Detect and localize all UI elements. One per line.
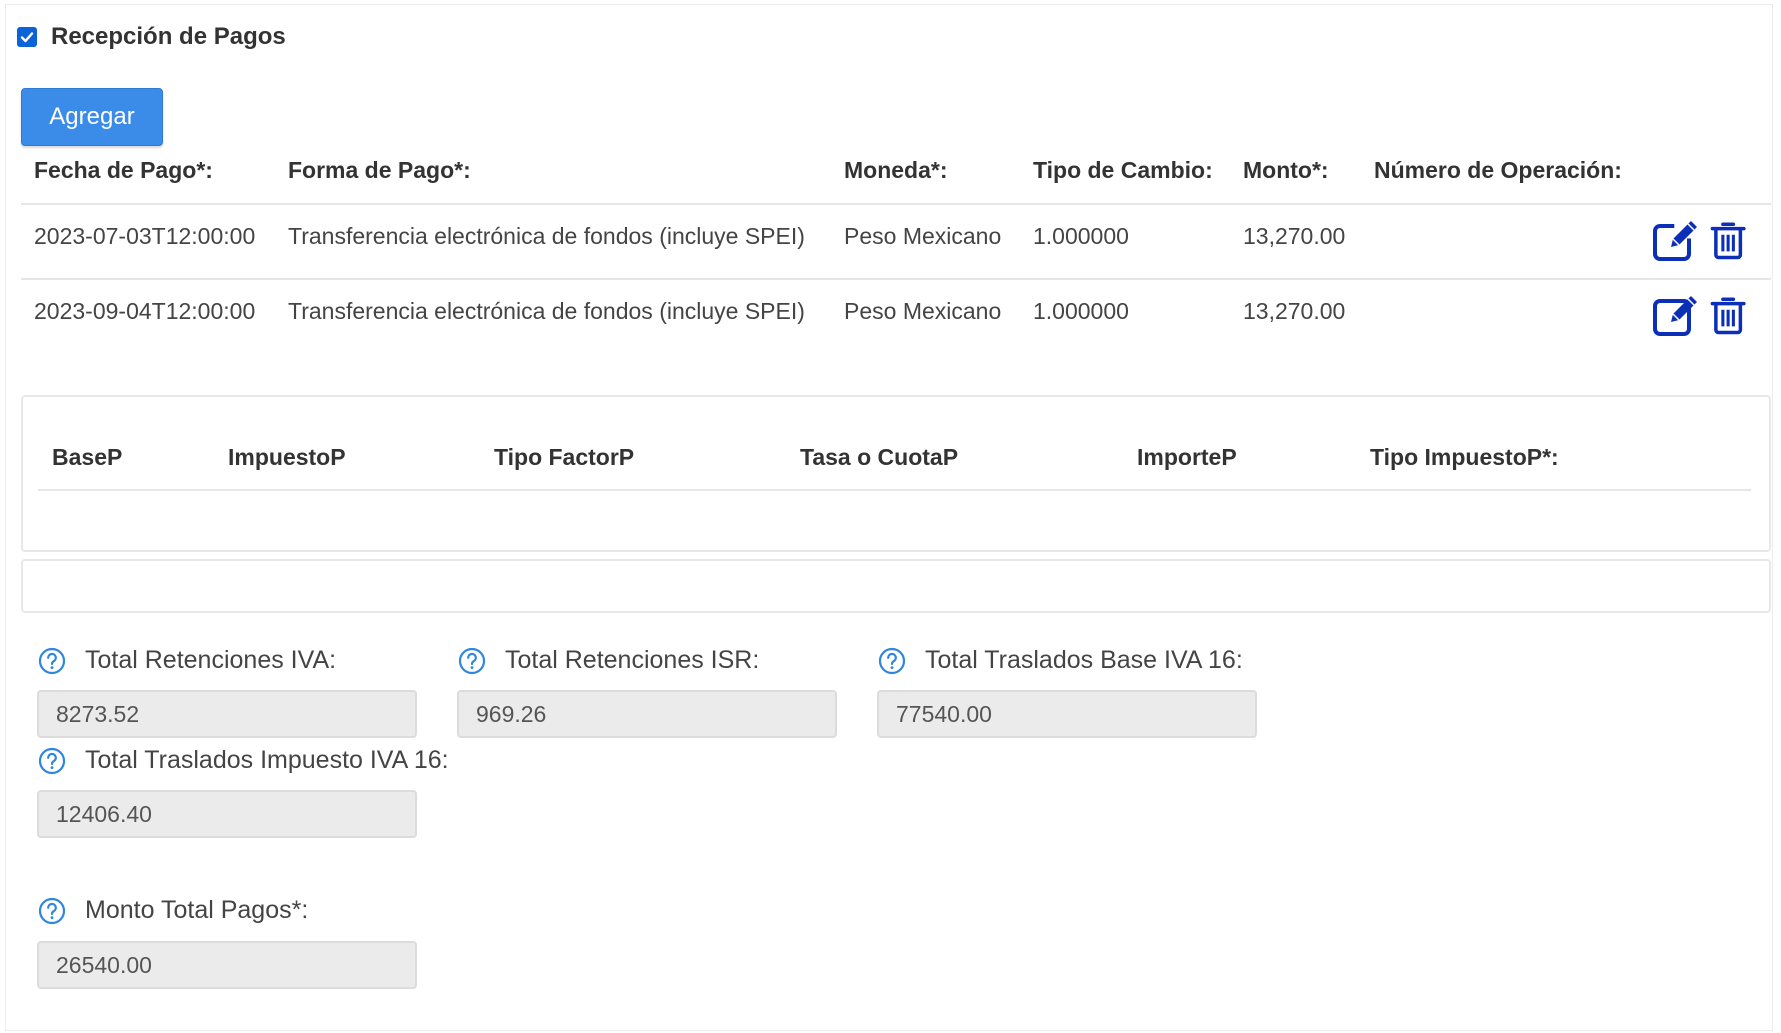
cell-forma: Transferencia electrónica de fondos (inc… xyxy=(288,298,805,324)
question-circle-icon[interactable] xyxy=(38,747,66,775)
col-header-monto: Monto*: xyxy=(1243,157,1329,183)
col-header-tipo-impuestop: Tipo ImpuestoP*: xyxy=(1370,444,1559,470)
taxes-table-box xyxy=(21,395,1771,552)
label-ret-isr: Total Retenciones ISR: xyxy=(458,646,759,675)
label-ret-iva: Total Retenciones IVA: xyxy=(38,646,336,675)
input-monto-total[interactable]: 26540.00 xyxy=(37,941,417,989)
edit-icon[interactable] xyxy=(1652,217,1700,263)
label-tras-base-iva16: Total Traslados Base IVA 16: xyxy=(878,646,1243,675)
label-monto-total: Monto Total Pagos*: xyxy=(38,896,308,925)
table-row-divider xyxy=(21,278,1771,280)
cell-forma: Transferencia electrónica de fondos (inc… xyxy=(288,223,805,249)
col-header-numero-operacion: Número de Operación: xyxy=(1374,157,1622,183)
add-payment-button[interactable]: Agregar xyxy=(21,88,163,146)
col-header-fecha: Fecha de Pago*: xyxy=(34,157,213,183)
col-header-tasa-cuotap: Tasa o CuotaP xyxy=(800,444,959,470)
input-ret-iva[interactable]: 8273.52 xyxy=(37,690,417,738)
input-tras-imp-iva16[interactable]: 12406.40 xyxy=(37,790,417,838)
table-header-divider xyxy=(21,203,1771,205)
label-text: Total Retenciones ISR: xyxy=(505,646,760,674)
trash-icon[interactable] xyxy=(1708,217,1750,263)
recepcion-pagos-checkbox[interactable] xyxy=(17,27,37,47)
check-icon xyxy=(20,32,34,43)
cell-fecha: 2023-07-03T12:00:00 xyxy=(34,223,256,249)
cell-moneda: Peso Mexicano xyxy=(844,223,1002,249)
label-text: Monto Total Pagos*: xyxy=(85,896,309,924)
input-ret-isr[interactable]: 969.26 xyxy=(457,690,837,738)
edit-icon[interactable] xyxy=(1652,292,1700,338)
cell-tipo-cambio: 1.000000 xyxy=(1033,298,1129,324)
label-text: Total Traslados Base IVA 16: xyxy=(925,646,1243,674)
cell-monto: 13,270.00 xyxy=(1243,298,1346,324)
cell-fecha: 2023-09-04T12:00:00 xyxy=(34,298,256,324)
section-title: Recepción de Pagos xyxy=(51,23,286,50)
trash-icon[interactable] xyxy=(1708,292,1750,338)
col-header-moneda: Moneda*: xyxy=(844,157,948,183)
empty-box xyxy=(21,559,1771,613)
label-text: Total Retenciones IVA: xyxy=(85,646,337,674)
cell-monto: 13,270.00 xyxy=(1243,223,1346,249)
col-header-importep: ImporteP xyxy=(1137,444,1237,470)
row-actions xyxy=(1652,292,1750,338)
col-header-tipo-factorp: Tipo FactorP xyxy=(494,444,635,470)
col-header-impuestop: ImpuestoP xyxy=(228,444,346,470)
label-text: Total Traslados Impuesto IVA 16: xyxy=(85,746,449,774)
question-circle-icon[interactable] xyxy=(38,647,66,675)
cell-moneda: Peso Mexicano xyxy=(844,298,1002,324)
question-circle-icon[interactable] xyxy=(458,647,486,675)
col-header-basep: BaseP xyxy=(52,444,123,470)
col-header-forma: Forma de Pago*: xyxy=(288,157,471,183)
row-actions xyxy=(1652,217,1750,263)
label-tras-imp-iva16: Total Traslados Impuesto IVA 16: xyxy=(38,746,449,775)
question-circle-icon[interactable] xyxy=(878,647,906,675)
cell-tipo-cambio: 1.000000 xyxy=(1033,223,1129,249)
question-circle-icon[interactable] xyxy=(38,897,66,925)
col-header-tipo-cambio: Tipo de Cambio: xyxy=(1033,157,1213,183)
taxes-header-divider xyxy=(38,489,1751,491)
section-header: Recepción de Pagos xyxy=(17,22,286,52)
input-tras-base-iva16[interactable]: 77540.00 xyxy=(877,690,1257,738)
